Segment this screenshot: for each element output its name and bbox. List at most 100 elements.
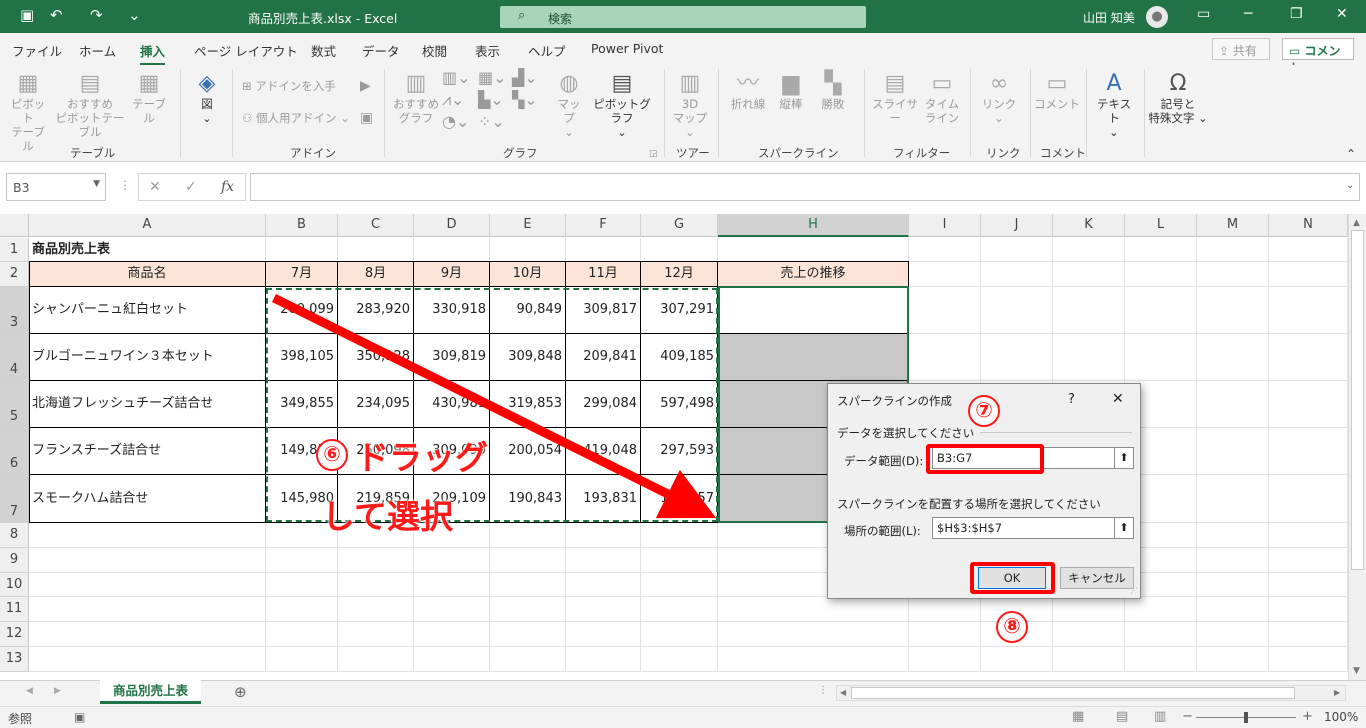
row-header-9[interactable]: 9 [0,548,29,573]
save-icon[interactable]: ▣ [20,6,34,24]
cell[interactable] [566,647,641,672]
cell[interactable] [641,238,718,262]
cell[interactable] [566,548,641,573]
scroll-down-icon[interactable]: ▼ [1353,666,1360,676]
dialog-close-icon[interactable]: ✕ [1112,391,1124,407]
cell[interactable] [1197,475,1269,523]
sales-value-cell[interactable]: 234,095 [338,381,414,428]
sales-value-cell[interactable]: 349,855 [266,381,338,428]
user-name[interactable]: 山田 知美 [1083,9,1135,26]
cell[interactable] [1053,622,1125,647]
tab-page-layout[interactable]: ページ レイアウト [194,41,298,60]
cell[interactable] [641,523,718,548]
cell[interactable] [1197,238,1269,262]
redo-icon[interactable]: ↷ [90,6,103,24]
cell[interactable] [414,597,490,622]
table-button[interactable]: ▦ テーブル [128,71,170,125]
cell[interactable] [1197,597,1269,622]
cell[interactable] [909,287,981,334]
cell[interactable] [1053,262,1125,287]
row-header-2[interactable]: 2 [0,262,29,287]
column-header-c[interactable]: C [338,214,414,237]
undo-icon[interactable]: ↶ [50,6,63,24]
sales-value-cell[interactable]: 193,831 [566,475,641,523]
link-button[interactable]: ∞ リンク ⌄ [980,71,1018,125]
cell[interactable] [718,622,909,647]
cell[interactable] [490,548,566,573]
resize-grip-icon[interactable]: ⋰ [1130,586,1138,595]
cell[interactable] [266,548,338,573]
page-break-view-icon[interactable]: ▥ [1154,709,1166,724]
cell[interactable] [1125,262,1197,287]
cell[interactable] [490,597,566,622]
dialog-launcher-icon[interactable]: ◲ [649,149,658,159]
cell[interactable] [1269,573,1348,597]
cell[interactable] [981,238,1053,262]
cell[interactable] [641,573,718,597]
zoom-in-icon[interactable]: + [1302,709,1313,724]
statistic-chart-icon[interactable]: ▙⌄ [478,92,504,108]
page-layout-view-icon[interactable]: ▤ [1116,709,1128,724]
cell[interactable] [266,622,338,647]
select-all-corner[interactable] [0,214,29,237]
tab-formulas[interactable]: 数式 [311,41,336,60]
tab-view[interactable]: 表示 [475,41,500,60]
cell[interactable] [1125,622,1197,647]
sales-value-cell[interactable]: 419,048 [566,428,641,475]
table-header-cell[interactable]: 10月 [490,262,566,287]
table-header-cell[interactable]: 11月 [566,262,641,287]
cell[interactable] [338,597,414,622]
cell[interactable] [1269,647,1348,672]
cell[interactable] [566,238,641,262]
location-range-input[interactable]: $H$3:$H$7 [932,517,1116,539]
recommended-chart-button[interactable]: ▥ おすすめ グラフ [392,71,440,125]
row-header-4[interactable]: 4 [0,334,29,381]
my-addins-button[interactable]: ⚇ 個人用アドイン ⌄ [242,111,354,125]
sparkline-line-button[interactable]: 〰 折れ線 [726,71,770,111]
column-header-a[interactable]: A [29,214,266,237]
sales-value-cell[interactable]: 319,853 [490,381,566,428]
sales-value-cell[interactable]: 283,920 [338,287,414,334]
horizontal-scroll-thumb[interactable] [851,687,1295,699]
cell[interactable] [566,597,641,622]
sales-value-cell[interactable]: 200,054 [490,428,566,475]
product-name-cell[interactable]: ブルゴーニュワイン３本セット [29,334,266,381]
zoom-slider-thumb[interactable] [1244,712,1248,723]
sales-value-cell[interactable]: 307,291 [641,287,718,334]
cell[interactable] [718,597,909,622]
sales-value-cell[interactable]: 330,918 [414,287,490,334]
zoom-out-icon[interactable]: − [1182,709,1193,724]
column-header-n[interactable]: N [1269,214,1348,237]
cell[interactable] [338,238,414,262]
column-header-i[interactable]: I [909,214,981,237]
sheet-tab-active[interactable]: 商品別売上表 [100,680,201,704]
cell[interactable] [1269,287,1348,334]
cell[interactable] [1269,238,1348,262]
product-name-cell[interactable]: スモークハム詰合せ [29,475,266,523]
recommended-pivot-button[interactable]: ▤ おすすめ ピボットテーブル [52,71,128,139]
tab-home[interactable]: ホーム [79,41,116,60]
vertical-scroll-thumb[interactable] [1351,230,1364,570]
cell[interactable] [641,597,718,622]
get-addins-button[interactable]: ⊞ アドインを入手 [242,79,362,93]
sales-value-cell[interactable]: 299,084 [566,381,641,428]
column-header-k[interactable]: K [1053,214,1125,237]
sales-value-cell[interactable]: 200,099 [266,287,338,334]
cell[interactable] [1269,262,1348,287]
cell[interactable] [641,622,718,647]
cell[interactable] [718,238,909,262]
bing-maps-icon[interactable]: ▶ [360,79,371,93]
row-header-8[interactable]: 8 [0,523,29,548]
table-header-cell[interactable]: 売上の推移 [718,262,909,287]
cell[interactable] [1125,334,1197,381]
cell[interactable] [981,334,1053,381]
scroll-left-icon[interactable]: ◀ [840,688,846,697]
cell[interactable] [490,523,566,548]
ribbon-display-icon[interactable]: ▭ [1197,6,1210,22]
zoom-slider[interactable] [1196,712,1296,723]
cell[interactable] [1197,622,1269,647]
column-header-f[interactable]: F [566,214,641,237]
row-header-7[interactable]: 7 [0,475,29,523]
sales-value-cell[interactable]: 350,128 [338,334,414,381]
scrollbar-split-icon[interactable]: ⋮ [818,685,828,696]
